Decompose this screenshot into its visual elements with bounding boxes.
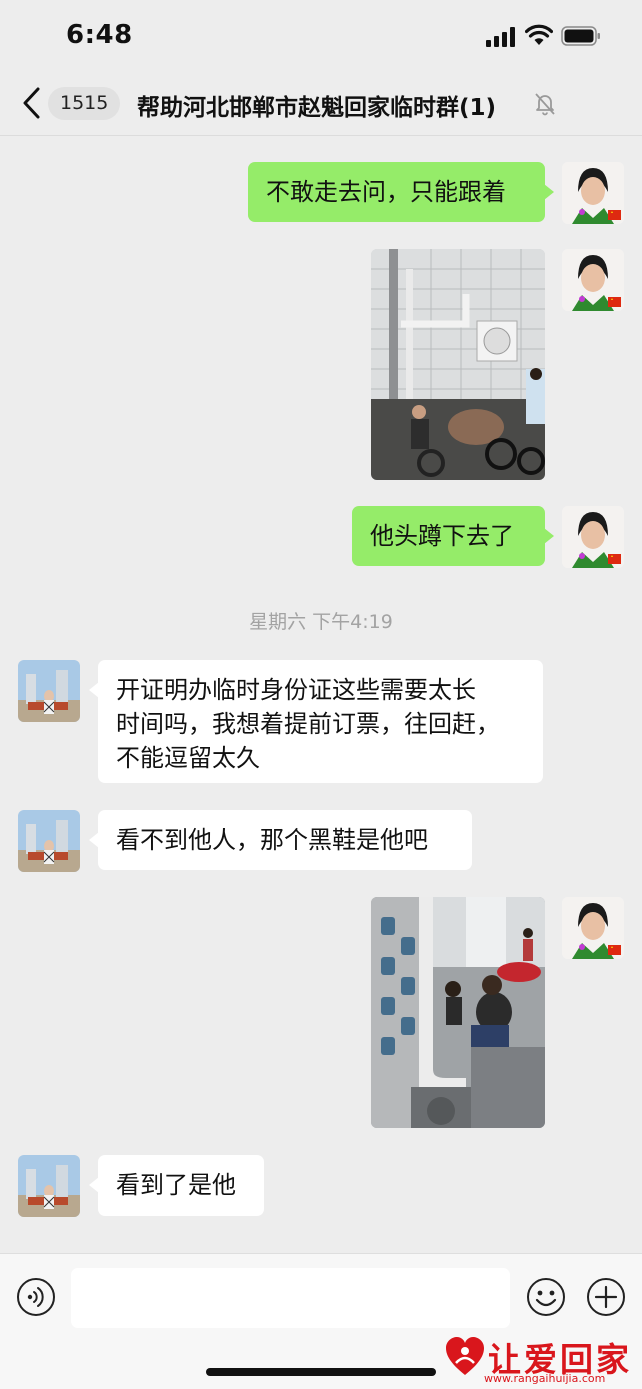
plus-icon[interactable] xyxy=(586,1277,626,1317)
wifi-icon xyxy=(525,24,553,45)
message-text-line: 开证明办临时身份证这些需要太长 xyxy=(116,676,476,704)
message-text: 不敢走去问，只能跟着 xyxy=(266,178,506,206)
message-text-line: 时间吗，我想着提前订票，往回赶， xyxy=(116,710,500,738)
my-avatar[interactable] xyxy=(562,506,624,568)
sender-avatar[interactable] xyxy=(18,660,80,722)
message-bubble-sent[interactable]: 他头蹲下去了 xyxy=(352,506,554,566)
mute-icon xyxy=(535,93,555,116)
home-indicator[interactable] xyxy=(206,1368,436,1376)
status-bar: 6:48 xyxy=(0,0,642,70)
message-bubble-received[interactable]: 开证明办临时身份证这些需要太长 时间吗，我想着提前订票，往回赶， 不能逗留太久 xyxy=(89,660,543,783)
signal-icon xyxy=(486,27,515,47)
message-bubble-received[interactable]: 看不到他人，那个黑鞋是他吧 xyxy=(89,810,472,870)
message-input[interactable] xyxy=(71,1268,510,1328)
sender-avatar[interactable] xyxy=(18,1155,80,1217)
sender-avatar[interactable] xyxy=(18,810,80,872)
chat-screen: 6:48 1515 帮助河北邯郸市赵魁回家临时群(1) 不敢走去问，只能跟着 他… xyxy=(0,0,642,1389)
watermark: 让爱回家 www.rangaihuijia.com xyxy=(444,1331,640,1387)
watermark-url: www.rangaihuijia.com xyxy=(484,1372,606,1385)
image-message[interactable] xyxy=(371,249,545,480)
chat-title: 帮助河北邯郸市赵魁回家临时群(1) xyxy=(137,95,497,121)
chat-header: 1515 帮助河北邯郸市赵魁回家临时群(1) xyxy=(0,70,642,136)
emoji-icon[interactable] xyxy=(526,1277,566,1317)
my-avatar[interactable] xyxy=(562,249,624,311)
message-text: 看到了是他 xyxy=(116,1171,236,1199)
message-text: 他头蹲下去了 xyxy=(370,522,514,550)
my-avatar[interactable] xyxy=(562,897,624,959)
battery-icon xyxy=(561,26,600,46)
my-avatar[interactable] xyxy=(562,162,624,224)
heart-hands-icon xyxy=(446,1337,484,1375)
message-text-line: 不能逗留太久 xyxy=(116,744,260,772)
image-message[interactable] xyxy=(371,897,545,1128)
unread-count-badge[interactable]: 1515 xyxy=(48,87,121,120)
message-timestamp: 星期六 下午4:19 xyxy=(249,611,393,633)
message-text: 看不到他人，那个黑鞋是他吧 xyxy=(116,826,428,854)
status-time: 6:48 xyxy=(66,20,133,50)
back-icon[interactable] xyxy=(20,86,42,120)
message-bubble-received[interactable]: 看到了是他 xyxy=(89,1155,264,1216)
voice-icon[interactable] xyxy=(16,1277,56,1317)
message-bubble-sent[interactable]: 不敢走去问，只能跟着 xyxy=(248,162,554,222)
